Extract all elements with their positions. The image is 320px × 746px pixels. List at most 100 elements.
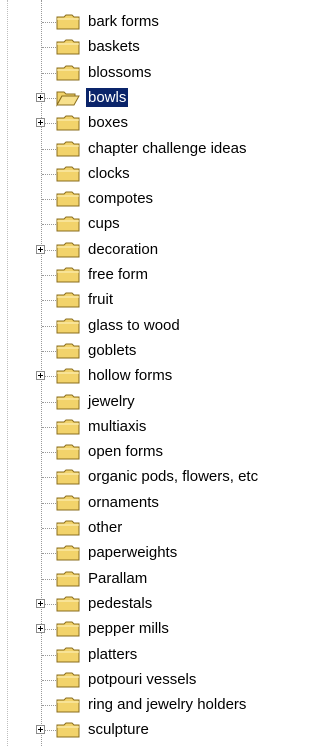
folder-icon xyxy=(56,343,80,360)
tree-connector-line xyxy=(42,528,56,529)
tree-item[interactable]: organic pods, flowers, etc xyxy=(0,465,284,490)
folder-icon xyxy=(56,216,80,233)
folder-icon xyxy=(56,621,80,638)
tree-item[interactable]: hollow forms xyxy=(0,364,284,389)
folder-icon xyxy=(56,469,80,486)
tree-item[interactable]: fruit xyxy=(0,288,284,313)
tree-item-label: Parallam xyxy=(88,569,148,587)
tree-item-label: open forms xyxy=(88,443,164,461)
tree-item-label: potpouri vessels xyxy=(88,670,197,688)
tree-item-label: organic pods, flowers, etc xyxy=(88,468,259,486)
tree-item[interactable]: blossoms xyxy=(0,61,284,86)
folder-icon xyxy=(56,292,80,309)
folder-icon xyxy=(56,520,80,537)
tree-item-label: baskets xyxy=(88,38,140,56)
tree-connector-line xyxy=(42,401,56,403)
tree-connector-line xyxy=(42,300,56,302)
folder-icon xyxy=(56,65,80,82)
plus-expander-icon[interactable] xyxy=(36,92,45,102)
plus-expander-icon[interactable] xyxy=(36,371,45,381)
tree-item[interactable]: chapter challenge ideas xyxy=(0,137,284,162)
tree-item-label: boxes xyxy=(88,114,129,132)
folder-icon xyxy=(56,318,80,335)
tree-item[interactable]: sculpture xyxy=(0,718,284,743)
tree-item-label: ring and jewelry holders xyxy=(88,696,247,714)
tree-connector-line xyxy=(42,275,56,276)
tree-item-label: cups xyxy=(88,215,120,233)
folder-icon xyxy=(56,394,80,411)
tree-item-label: fruit xyxy=(88,291,114,309)
tree-item-label: bark forms xyxy=(88,13,159,30)
tree-connector-line xyxy=(42,350,56,352)
folder-icon xyxy=(56,419,80,436)
tree-item[interactable]: free form xyxy=(0,263,284,288)
tree-item[interactable]: compotes xyxy=(0,187,284,212)
tree-item[interactable]: glass to wood xyxy=(0,314,284,339)
tree-item[interactable]: platters xyxy=(0,643,284,668)
tree-item-label: glass to wood xyxy=(88,316,180,334)
folder-icon xyxy=(56,242,80,259)
tree-connector-line xyxy=(42,148,56,150)
folder-icon xyxy=(56,14,80,31)
tree-item[interactable]: open forms xyxy=(0,440,284,465)
tree-item[interactable]: boxes xyxy=(0,111,284,136)
folder-icon xyxy=(56,495,80,512)
tree-item[interactable]: baskets xyxy=(0,35,284,60)
tree-connector-line xyxy=(42,325,56,327)
tree-item[interactable]: cups xyxy=(0,212,284,237)
tree-item-label: sculpture xyxy=(88,721,149,739)
tree-item-label: compotes xyxy=(88,190,154,208)
tree-item[interactable]: multiaxis xyxy=(0,415,284,440)
tree-item-label: blossoms xyxy=(88,63,152,81)
plus-expander-icon[interactable] xyxy=(36,118,45,128)
tree-item[interactable]: jewelry xyxy=(0,390,284,415)
tree-item-label: pepper mills xyxy=(88,620,169,638)
folder-icon xyxy=(56,166,80,183)
tree-connector-line xyxy=(42,22,56,23)
tree-item-label: paperweights xyxy=(88,544,178,562)
tree-connector-line xyxy=(42,477,56,479)
tree-item[interactable]: clocks xyxy=(0,162,284,187)
tree-item[interactable]: potpouri vessels xyxy=(0,668,284,693)
folder-icon xyxy=(56,191,80,208)
tree-item-label: clocks xyxy=(88,164,130,182)
tree-item-label: hollow forms xyxy=(88,367,173,385)
tree-item-label: decoration xyxy=(88,240,159,258)
tree-item[interactable]: other xyxy=(0,516,284,541)
tree-item[interactable]: ring and jewelry holders xyxy=(0,693,284,718)
folder-icon xyxy=(56,571,80,588)
tree-item[interactable]: pedestals xyxy=(0,592,284,617)
tree-item[interactable]: decoration xyxy=(0,238,284,263)
tree-connector-line xyxy=(42,72,56,74)
tree-item[interactable]: paperweights xyxy=(0,541,284,566)
tree-item[interactable]: bark forms xyxy=(0,10,284,35)
tree-connector-line xyxy=(42,173,56,175)
folder-icon xyxy=(56,267,80,284)
tree-item[interactable]: goblets xyxy=(0,339,284,364)
tree-item-label: free form xyxy=(88,266,149,283)
folder-icon xyxy=(56,647,80,664)
folder-icon xyxy=(56,444,80,461)
tree-connector-line xyxy=(42,199,56,201)
tree-item[interactable]: bowls xyxy=(0,86,284,111)
folder-icon xyxy=(56,672,80,689)
plus-expander-icon[interactable] xyxy=(36,624,45,634)
plus-expander-icon[interactable] xyxy=(36,598,45,608)
tree-connector-line xyxy=(42,654,56,656)
plus-expander-icon[interactable] xyxy=(36,725,45,735)
folder-icon xyxy=(56,141,80,158)
folder-icon xyxy=(56,39,80,56)
tree-item-label: other xyxy=(88,519,123,536)
tree-item-label: chapter challenge ideas xyxy=(88,139,247,157)
folder-icon xyxy=(56,596,80,613)
tree-connector-line xyxy=(42,502,56,504)
tree-item[interactable]: Parallam xyxy=(0,567,284,592)
tree-item[interactable]: ornaments xyxy=(0,491,284,516)
tree-connector-line xyxy=(42,705,56,707)
tree-item-label: goblets xyxy=(88,341,137,359)
tree-connector-line xyxy=(42,426,56,428)
folder-icon xyxy=(56,115,80,132)
tree-item[interactable]: pepper mills xyxy=(0,617,284,642)
tree-connector-line xyxy=(42,553,56,555)
plus-expander-icon[interactable] xyxy=(36,244,45,254)
